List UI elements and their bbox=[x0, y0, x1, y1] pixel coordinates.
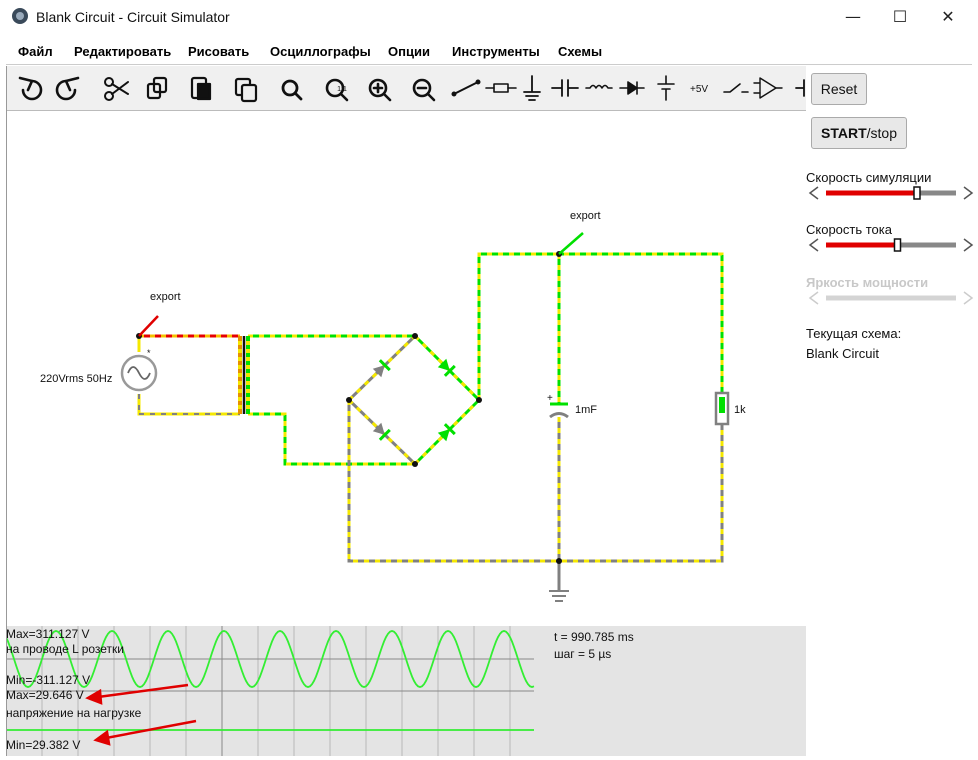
resistor-1k[interactable] bbox=[714, 391, 730, 426]
menu-edit[interactable]: Редактировать bbox=[74, 44, 171, 59]
battery-icon[interactable] bbox=[657, 75, 675, 101]
svg-text:1:1: 1:1 bbox=[337, 86, 347, 93]
maximize-button[interactable]: ☐ bbox=[877, 4, 923, 30]
menu-draw[interactable]: Рисовать bbox=[188, 44, 249, 59]
window-title: Blank Circuit - Circuit Simulator bbox=[36, 9, 230, 25]
app-icon bbox=[12, 8, 28, 24]
undo-icon[interactable] bbox=[18, 76, 43, 101]
scope-time: t = 990.785 ms bbox=[554, 630, 634, 644]
resistor-icon[interactable] bbox=[485, 83, 517, 93]
capacitor-label: 1mF bbox=[575, 404, 597, 416]
current-speed-slider[interactable] bbox=[808, 237, 974, 253]
voltage-rail-icon[interactable]: +5V bbox=[690, 84, 708, 95]
close-button[interactable]: ✕ bbox=[925, 4, 971, 30]
power-brightness-label: Яркость мощности bbox=[806, 275, 929, 290]
slider-right-arrow-icon bbox=[963, 186, 974, 200]
menu-tools[interactable]: Инструменты bbox=[452, 44, 540, 59]
menu-scopes[interactable]: Осциллографы bbox=[270, 44, 371, 59]
current-circuit-heading: Текущая схема: bbox=[806, 326, 902, 341]
ground-icon[interactable] bbox=[523, 75, 541, 101]
menu-file[interactable]: Файл bbox=[18, 44, 53, 59]
export-label-left: export bbox=[150, 291, 181, 303]
export-probe-left[interactable] bbox=[138, 315, 159, 337]
junction-dots bbox=[346, 251, 562, 564]
transformer[interactable] bbox=[238, 336, 250, 414]
oscilloscope-panel[interactable]: Max=311.127 V на проводе L розетки Min=-… bbox=[6, 626, 806, 756]
capacitor-1mf[interactable] bbox=[549, 402, 569, 419]
cut-icon[interactable] bbox=[104, 77, 129, 101]
zoom-in-icon[interactable] bbox=[368, 78, 392, 102]
source-label: 220Vrms 50Hz bbox=[40, 373, 112, 385]
slider-left-arrow-icon bbox=[808, 238, 819, 252]
red-arrows bbox=[85, 683, 197, 746]
duplicate-icon[interactable] bbox=[234, 77, 258, 103]
paste-icon[interactable] bbox=[190, 76, 212, 101]
stop-label: /stop bbox=[866, 125, 897, 141]
minimize-button[interactable]: — bbox=[830, 4, 876, 30]
capacitor-icon[interactable] bbox=[551, 79, 579, 97]
export-probe-right[interactable] bbox=[558, 232, 584, 255]
start-label: START bbox=[821, 125, 867, 141]
menu-options[interactable]: Опции bbox=[388, 44, 430, 59]
start-stop-button[interactable]: START/stop bbox=[811, 117, 907, 149]
source-polarity-mark: * bbox=[147, 348, 151, 358]
menu-bar: Файл Редактировать Рисовать Осциллографы… bbox=[6, 38, 972, 65]
resistor-label: 1k bbox=[734, 404, 746, 416]
redo-icon[interactable] bbox=[55, 76, 80, 101]
title-bar: Blank Circuit - Circuit Simulator — ☐ ✕ bbox=[0, 0, 978, 34]
slider-left-arrow-icon bbox=[808, 186, 819, 200]
reset-button-label: Reset bbox=[820, 81, 858, 97]
circuit-canvas[interactable]: export export 220Vrms 50Hz * + 1mF 1k bbox=[6, 111, 806, 625]
output-return-wires bbox=[347, 400, 724, 591]
wire-icon[interactable] bbox=[451, 79, 481, 97]
toolbar: 1:1 +5V bbox=[6, 66, 806, 111]
capacitor-plus: + bbox=[547, 393, 553, 404]
sim-speed-label: Скорость симуляции bbox=[806, 170, 932, 185]
switch-icon[interactable] bbox=[723, 83, 749, 93]
opamp-icon[interactable] bbox=[753, 77, 783, 99]
export-label-right: export bbox=[570, 210, 601, 222]
window-frame-left bbox=[6, 66, 7, 756]
current-speed-label: Скорость тока bbox=[806, 222, 892, 237]
transformer-secondary-wires bbox=[248, 334, 415, 466]
output-positive-wires bbox=[477, 252, 724, 404]
diode-icon[interactable] bbox=[619, 81, 645, 95]
copy-icon[interactable] bbox=[146, 76, 168, 100]
search-icon[interactable] bbox=[281, 79, 303, 101]
ground-symbol bbox=[549, 590, 569, 602]
zoom-out-icon[interactable] bbox=[412, 78, 436, 102]
slider-right-arrow-icon bbox=[963, 238, 974, 252]
transistor-icon[interactable] bbox=[795, 79, 805, 97]
bridge-rectifier bbox=[347, 334, 481, 466]
sim-speed-slider[interactable] bbox=[808, 185, 974, 201]
inductor-icon[interactable] bbox=[585, 84, 613, 89]
menu-circuits[interactable]: Схемы bbox=[558, 44, 602, 59]
reset-button[interactable]: Reset bbox=[811, 73, 867, 105]
power-brightness-slider bbox=[808, 291, 974, 305]
current-circuit-name: Blank Circuit bbox=[806, 346, 879, 361]
scope-step: шаг = 5 µs bbox=[554, 647, 612, 661]
